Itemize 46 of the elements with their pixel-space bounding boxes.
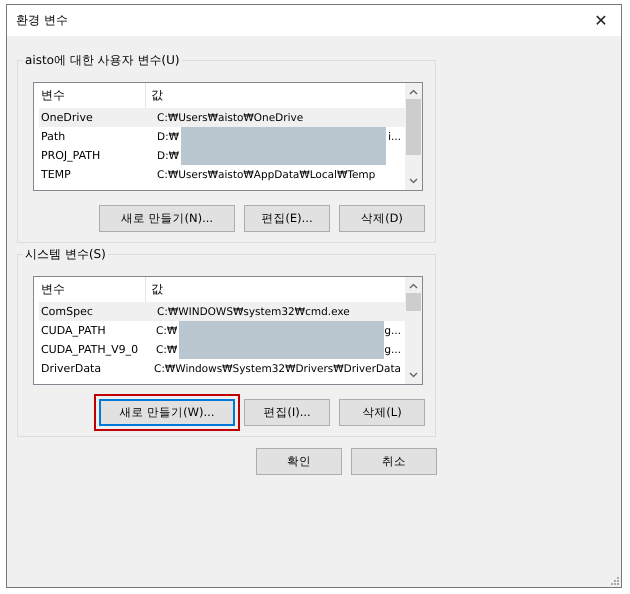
list-row[interactable]: CUDA_PATH C:₩ g... bbox=[39, 321, 405, 340]
scrollbar[interactable] bbox=[405, 83, 422, 190]
column-header[interactable]: 값 bbox=[146, 87, 163, 104]
variable-value: C:₩WINDOWS₩system32₩cmd.exe bbox=[157, 306, 350, 318]
variable-value: D:₩ bbox=[157, 130, 180, 142]
list-row[interactable]: DriverData C:₩Windows₩System32₩Drivers₩DriverData bbox=[39, 359, 405, 378]
group-title: aisto에 대한 사용자 변수(U) bbox=[23, 52, 182, 69]
variable-value: D:₩ bbox=[157, 150, 180, 162]
variable-name: DriverData bbox=[40, 362, 102, 375]
list-row[interactable]: PROJ_PATH D:₩ bbox=[39, 146, 405, 165]
scrollbar[interactable] bbox=[405, 277, 422, 384]
variable-name: CUDA_PATH_V9_0 bbox=[40, 343, 140, 356]
close-button[interactable]: ✕ bbox=[581, 5, 621, 36]
dialog-button[interactable]: 취소 bbox=[351, 448, 437, 475]
group-title: 시스템 변수(S) bbox=[23, 246, 108, 263]
variable-value: g... bbox=[384, 344, 401, 356]
dialog-button[interactable]: 삭제(L) bbox=[339, 399, 425, 426]
variable-name: CUDA_PATH bbox=[40, 324, 107, 337]
variable-value: C:₩ bbox=[156, 324, 178, 336]
dialog-button[interactable]: 편집(E)... bbox=[244, 205, 330, 232]
variable-value: C:₩Windows₩System32₩Drivers₩DriverData bbox=[154, 362, 401, 374]
list-row[interactable]: ComSpec C:₩WINDOWS₩system32₩cmd.exe bbox=[39, 302, 405, 321]
variable-name: Path bbox=[40, 130, 66, 143]
variable-name: PROJ_PATH bbox=[40, 149, 102, 162]
scrollbar-thumb[interactable] bbox=[406, 99, 421, 155]
variable-name: TEMP bbox=[40, 168, 72, 181]
dialog-button[interactable]: 삭제(D) bbox=[339, 205, 425, 232]
list-row[interactable]: Path D:₩ i... bbox=[39, 127, 405, 146]
variable-name: ComSpec bbox=[40, 305, 94, 318]
dialog-button[interactable]: 확인 bbox=[256, 448, 342, 475]
variable-value: C:₩ bbox=[156, 344, 178, 356]
variable-value: C:₩Users₩aisto₩OneDrive bbox=[157, 112, 304, 124]
resize-grip-icon[interactable] bbox=[610, 576, 619, 585]
scrollbar-thumb[interactable] bbox=[406, 293, 421, 311]
window-title: 환경 변수 bbox=[16, 12, 68, 29]
dialog-button[interactable]: 편집(I)... bbox=[244, 399, 330, 426]
list-row[interactable]: CUDA_PATH_V9_0 C:₩ g... bbox=[39, 340, 405, 359]
variable-name: OneDrive bbox=[40, 111, 94, 124]
dialog-button[interactable]: 새로 만들기(W)... bbox=[99, 399, 235, 426]
list-row[interactable]: TEMP C:₩Users₩aisto₩AppData₩Local₩Temp bbox=[39, 165, 405, 184]
dialog-button[interactable]: 새로 만들기(N)... bbox=[99, 205, 235, 232]
variable-value: g... bbox=[384, 324, 401, 336]
column-header[interactable]: 값 bbox=[146, 281, 163, 298]
variable-value: C:₩Users₩aisto₩AppData₩Local₩Temp bbox=[157, 168, 376, 180]
list-row[interactable]: OneDrive C:₩Users₩aisto₩OneDrive bbox=[39, 108, 405, 127]
variable-value: i... bbox=[388, 130, 401, 142]
